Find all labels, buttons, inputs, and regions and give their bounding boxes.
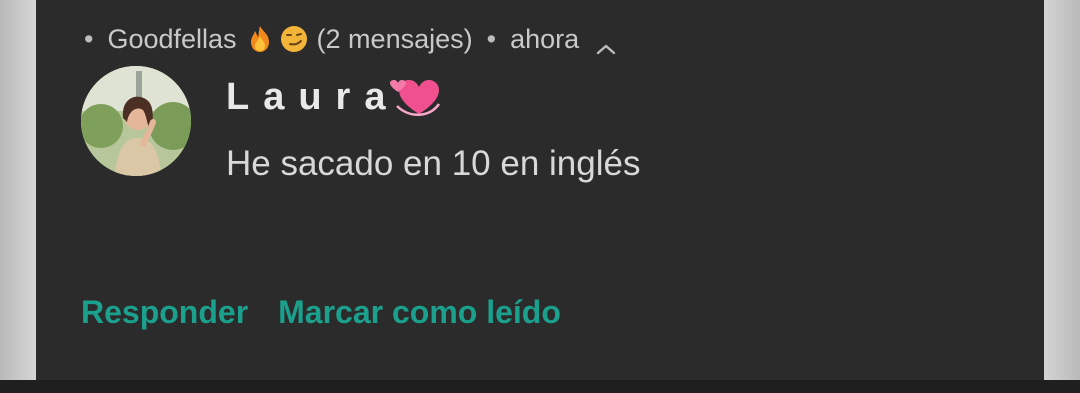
reply-button[interactable]: Responder: [81, 294, 248, 331]
fire-icon: [245, 24, 275, 54]
group-name: Goodfellas: [107, 23, 237, 54]
timestamp: ahora: [510, 23, 580, 54]
message-count: (2 mensajes): [316, 23, 473, 54]
sender-name: Laura: [226, 75, 400, 118]
notification-header: • Goodfellas (2 mensajes) • ahora: [84, 22, 617, 56]
separator-dot: •: [84, 23, 94, 54]
revolving-hearts-icon: [389, 74, 441, 120]
message-notification[interactable]: • Goodfellas (2 mensajes) • ahora Laura …: [36, 0, 1044, 380]
bottom-divider: [0, 380, 1080, 393]
mark-as-read-button[interactable]: Marcar como leído: [278, 294, 561, 331]
sender-name-row: Laura: [226, 72, 441, 122]
smirk-face-icon: [279, 24, 309, 54]
chevron-up-icon[interactable]: [595, 32, 617, 55]
separator-dot: •: [486, 23, 497, 54]
notification-actions: Responder Marcar como leído: [81, 294, 561, 331]
background-edge-left: [0, 0, 36, 380]
message-text: He sacado en 10 en inglés: [226, 144, 641, 183]
avatar: [81, 66, 191, 176]
background-edge-right: [1044, 0, 1080, 380]
